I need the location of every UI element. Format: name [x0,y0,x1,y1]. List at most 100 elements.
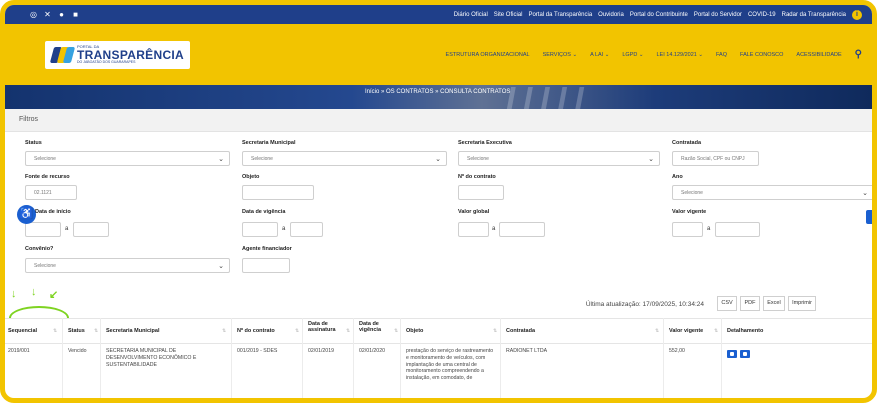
nav-fale-conosco[interactable]: FALE CONOSCO [740,52,783,58]
sort-icon[interactable]: ⇅ [222,328,226,334]
annotation-arrow-icon: ↙ [49,289,59,301]
cell-objeto: prestação do serviço de rastreamento e m… [406,348,494,381]
export-csv-button[interactable]: CSV [717,296,737,311]
agente-label: Agente financiador [242,246,292,252]
sort-icon[interactable]: ⇅ [394,328,398,334]
open-document-icon[interactable] [740,350,750,358]
ano-select[interactable]: Selecione ⌄ [672,185,872,200]
column-divider [400,318,401,398]
top-link-ouvidoria[interactable]: Ouvidoria [598,12,624,18]
objeto-input[interactable] [242,185,314,200]
portal-logo[interactable]: PORTAL DA TRANSPARÊNCIA DO JABOATÃO DOS … [45,40,191,69]
sort-icon[interactable]: ⇅ [655,328,659,334]
status-select[interactable]: Selecione ⌄ [25,151,230,166]
col-secretaria[interactable]: Secretaria Municipal [106,328,160,334]
range-separator: a [282,226,286,232]
col-contratada[interactable]: Contratada [506,328,535,334]
youtube-icon[interactable]: ■ [71,10,80,19]
nav-lgpd[interactable]: LGPD ⌄ [622,52,643,58]
col-assinatura[interactable]: Data de assinatura [308,321,340,334]
col-valor-vigente[interactable]: Valor vigente [669,328,703,334]
nav-lai[interactable]: A LAI ⌄ [590,52,609,58]
sort-icon[interactable]: ⇅ [493,328,497,334]
valor-vigente-to[interactable] [715,222,760,237]
data-vigencia-from[interactable] [242,222,278,237]
sort-icon[interactable]: ⇅ [53,328,57,334]
ncontrato-input[interactable] [458,185,504,200]
cell-contratada: RADIONET LTDA [506,348,548,354]
chevron-down-icon: ⌄ [862,190,868,197]
col-ncontrato[interactable]: Nº do contrato [237,328,275,334]
page-banner: ///// Início » OS CONTRATOS » CONSULTA C… [5,85,872,109]
instagram-icon[interactable]: ◎ [29,10,38,19]
col-objeto[interactable]: Objeto [406,328,423,334]
logo-title: TRANSPARÊNCIA [77,47,185,62]
valor-global-from[interactable] [458,222,489,237]
col-status[interactable]: Status [68,328,85,334]
nav-estrutura[interactable]: ESTRUTURA ORGANIZACIONAL [446,52,530,58]
sort-icon[interactable]: ⇅ [295,328,299,334]
cell-valor-vigente: 552,00 [669,348,685,354]
nav-servicos[interactable]: SERVIÇOS ⌄ [543,52,577,58]
accessibility-icon[interactable]: ♿ [17,205,36,224]
col-vigencia[interactable]: Data de vigência [359,321,389,334]
column-divider [500,318,501,398]
range-separator: a [65,226,69,232]
data-inicio-to[interactable] [73,222,109,237]
filters-header: Filtros [5,109,872,132]
executiva-select-value: Selecione [467,156,489,162]
x-icon[interactable]: ✕ [43,10,52,19]
search-icon[interactable]: ⚲ [855,49,862,60]
side-tab-button[interactable] [866,210,872,224]
range-separator: a [492,226,496,232]
agente-input[interactable] [242,258,290,273]
contratada-placeholder: Razão Social, CPF ou CNPJ [681,156,745,162]
site-header: PORTAL DA TRANSPARÊNCIA DO JABOATÃO DOS … [5,24,872,85]
chevron-down-icon: ⌄ [218,156,224,163]
fonte-input[interactable]: 02.1121 [25,185,77,200]
sort-icon[interactable]: ⇅ [94,328,98,334]
view-details-icon[interactable] [727,350,737,358]
top-link-diario-oficial[interactable]: Diário Oficial [454,12,488,18]
fonte-input-value: 02.1121 [34,190,52,196]
col-sequencial[interactable]: Sequencial [8,328,37,334]
chevron-down-icon: ⌄ [218,263,224,270]
contratada-input[interactable]: Razão Social, CPF ou CNPJ [672,151,759,166]
last-update-text: Última atualização: 17/09/2025, 10:34:24 [585,301,704,308]
print-button[interactable]: Imprimir [788,296,816,311]
info-icon[interactable]: i [852,9,862,20]
executiva-select[interactable]: Selecione ⌄ [458,151,660,166]
top-link-covid[interactable]: COVID-19 [748,12,776,18]
export-pdf-button[interactable]: PDF [740,296,760,311]
secretaria-select[interactable]: Selecione ⌄ [242,151,447,166]
sort-icon[interactable]: ⇅ [346,328,350,334]
ano-label: Ano [672,174,683,180]
convenio-select[interactable]: Selecione ⌄ [25,258,230,273]
nav-acessibilidade[interactable]: ACESSIBILIDADE [796,52,841,58]
chevron-down-icon: ⌄ [648,156,654,163]
top-bar: ◎ ✕ ● ■ Diário Oficial Site Oficial Port… [5,5,872,24]
contratada-label: Contratada [672,140,702,146]
valor-global-to[interactable] [499,222,545,237]
sort-icon[interactable]: ⇅ [714,328,718,334]
valor-vigente-label: Valor vigente [672,209,707,215]
top-link-portal-servidor[interactable]: Portal do Servidor [694,12,742,18]
nav-lei[interactable]: LEI 14.129/2021 ⌄ [656,52,703,58]
top-link-radar[interactable]: Radar da Transparência [782,12,846,18]
cell-assinatura: 02/01/2019 [308,348,334,354]
data-inicio-from[interactable] [25,222,61,237]
top-link-portal-transparencia[interactable]: Portal da Transparência [528,12,592,18]
top-link-site-oficial[interactable]: Site Oficial [494,12,523,18]
nav-faq[interactable]: FAQ [716,52,727,58]
logo-subtitle: DO JABOATÃO DOS GUARARAPES [77,59,136,64]
col-detalhamento: Detalhamento [727,328,764,334]
objeto-label: Objeto [242,174,260,180]
facebook-icon[interactable]: ● [57,10,66,19]
top-link-portal-contribuinte[interactable]: Portal do Contribuinte [630,12,688,18]
valor-vigente-from[interactable] [672,222,703,237]
data-vigencia-to[interactable] [290,222,323,237]
export-excel-button[interactable]: Excel [763,296,785,311]
ncontrato-label: Nº do contrato [458,174,496,180]
column-divider [663,318,664,398]
annotation-arrow-icon: ↓ [31,286,37,298]
